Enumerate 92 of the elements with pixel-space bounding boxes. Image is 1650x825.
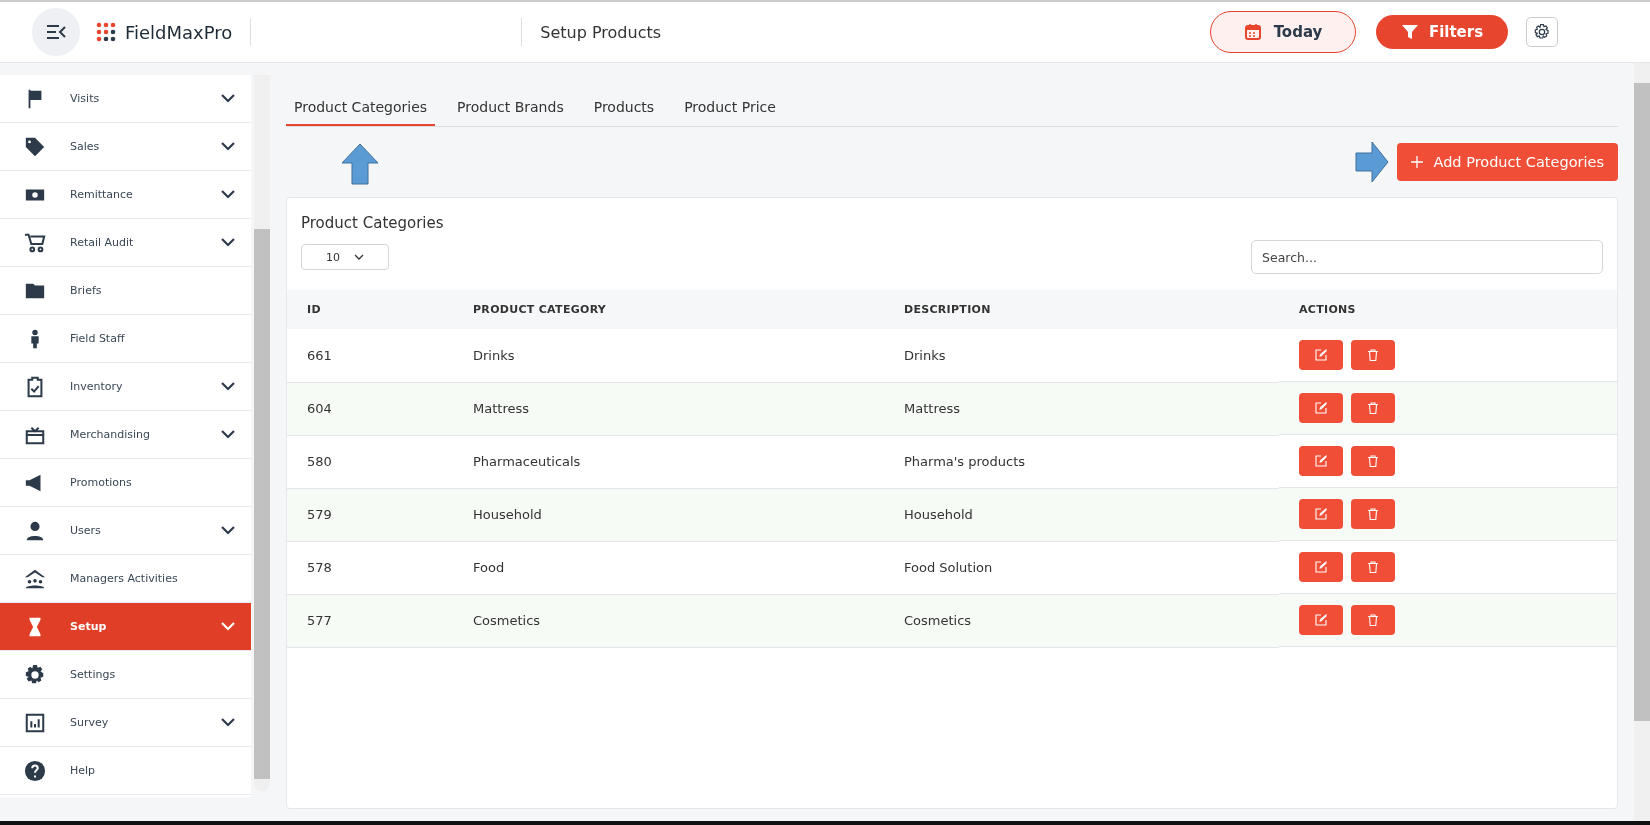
table-cell: Food Solution: [884, 541, 1279, 594]
sidebar-item[interactable]: Merchandising: [0, 411, 251, 459]
sidebar-item-icon: [24, 519, 46, 542]
menu-collapse-icon: [46, 24, 66, 40]
calendar-icon: [1243, 23, 1262, 41]
trash-icon: [1367, 614, 1379, 626]
edit-button[interactable]: [1299, 605, 1343, 635]
sidebar-item[interactable]: Inventory: [0, 363, 251, 411]
edit-icon: [1315, 561, 1327, 573]
brand-name: FieldMaxPro: [125, 21, 233, 43]
delete-button[interactable]: [1351, 499, 1395, 529]
table-cell: 580: [287, 435, 453, 488]
tab[interactable]: Product Brands: [449, 91, 572, 126]
today-button[interactable]: Today: [1210, 11, 1356, 53]
tab[interactable]: Product Price: [676, 91, 784, 126]
tab[interactable]: Product Categories: [286, 91, 436, 126]
menu-button[interactable]: [32, 8, 80, 56]
delete-button[interactable]: [1351, 446, 1395, 476]
logo-dots-icon: [96, 22, 116, 42]
sidebar-item-icon: [24, 231, 46, 254]
table-cell: 661: [287, 329, 453, 382]
delete-button[interactable]: [1351, 605, 1395, 635]
right-arrow-icon: [1355, 141, 1390, 183]
plus-icon: [1411, 156, 1424, 168]
sidebar-item[interactable]: Promotions: [0, 459, 251, 507]
edit-icon: [1315, 349, 1327, 361]
sidebar-scrollbar[interactable]: [254, 75, 270, 791]
table-cell: 604: [287, 382, 453, 435]
add-product-categories-button[interactable]: Add Product Categories: [1397, 143, 1618, 181]
settings-button[interactable]: [1526, 17, 1558, 47]
sidebar-item-icon: [24, 663, 46, 686]
table-cell: 577: [287, 594, 453, 647]
sidebar-item[interactable]: Field Staff: [0, 315, 251, 363]
table-cell: Household: [453, 488, 884, 541]
edit-icon: [1315, 508, 1327, 520]
table-cell: Household: [884, 488, 1279, 541]
sidebar-item[interactable]: Retail Audit: [0, 219, 251, 267]
chevron-down-icon: [354, 254, 364, 260]
tab[interactable]: Products: [585, 91, 663, 126]
sidebar-item[interactable]: Setup: [0, 603, 251, 651]
delete-button[interactable]: [1351, 552, 1395, 582]
trash-icon: [1367, 455, 1379, 467]
delete-button[interactable]: [1351, 340, 1395, 370]
edit-icon: [1315, 402, 1327, 414]
settings-icon: [1534, 24, 1550, 40]
page-scrollbar[interactable]: [1634, 63, 1650, 821]
sidebar-item-icon: [24, 759, 46, 782]
table-cell: Cosmetics: [884, 594, 1279, 647]
card-title: Product Categories: [300, 213, 445, 234]
page-size-select[interactable]: 10: [301, 244, 389, 270]
table-cell: Pharma's products: [884, 435, 1279, 488]
edit-icon: [1315, 614, 1327, 626]
column-header: ACTIONS: [1279, 290, 1617, 329]
sidebar-item-icon: [24, 135, 46, 158]
sidebar-item[interactable]: Users: [0, 507, 251, 555]
edit-button[interactable]: [1299, 340, 1343, 370]
sidebar-item[interactable]: Briefs: [0, 267, 251, 315]
edit-button[interactable]: [1299, 393, 1343, 423]
sidebar-item[interactable]: Remittance: [0, 171, 251, 219]
edit-icon: [1315, 455, 1327, 467]
table-cell: Cosmetics: [453, 594, 884, 647]
column-header: DESCRIPTION: [884, 290, 1279, 329]
column-header: PRODUCT CATEGORY: [453, 290, 884, 329]
sidebar-item-icon: [24, 711, 46, 734]
table-cell: Drinks: [453, 329, 884, 382]
sidebar-item[interactable]: Help: [0, 747, 251, 795]
table-cell: 579: [287, 488, 453, 541]
filters-button[interactable]: Filters: [1376, 15, 1508, 49]
trash-icon: [1367, 402, 1379, 414]
table-cell: Pharmaceuticals: [453, 435, 884, 488]
sidebar-item[interactable]: Visits: [0, 75, 251, 123]
column-header: ID: [287, 290, 453, 329]
sidebar-item[interactable]: Survey: [0, 699, 251, 747]
table-cell: Mattress: [884, 382, 1279, 435]
search-field[interactable]: Search...: [1251, 240, 1603, 274]
sidebar-item[interactable]: Sales: [0, 123, 251, 171]
table-cell: 578: [287, 541, 453, 594]
filter-icon: [1400, 23, 1419, 41]
table-cell: Food: [453, 541, 884, 594]
delete-button[interactable]: [1351, 393, 1395, 423]
table-cell: Mattress: [453, 382, 884, 435]
trash-icon: [1367, 508, 1379, 520]
sidebar-item-icon: [24, 567, 46, 590]
edit-button[interactable]: [1299, 446, 1343, 476]
page-title: Setup Products: [540, 22, 662, 42]
edit-button[interactable]: [1299, 552, 1343, 582]
edit-button[interactable]: [1299, 499, 1343, 529]
sidebar-item[interactable]: Settings: [0, 651, 251, 699]
table-cell: Drinks: [884, 329, 1279, 382]
trash-icon: [1367, 561, 1379, 573]
trash-icon: [1367, 349, 1379, 361]
up-arrow-icon: [340, 143, 380, 185]
